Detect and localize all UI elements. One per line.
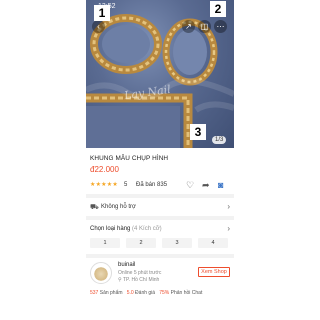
variant-row[interactable]: Chọn loại hàng (4 Kích cỡ) ›: [90, 224, 232, 235]
shop-avatar[interactable]: [90, 262, 112, 284]
variant-label-text: Chọn loại hàng: [90, 226, 131, 232]
product-photo[interactable]: 13:52 ‹ ↗ ◫ ⋯ Lay Nail 1/3 1 2 3: [86, 0, 234, 148]
overlay-badge-2: 2: [210, 1, 226, 17]
divider: [86, 216, 234, 220]
chat-icon[interactable]: ◙: [218, 180, 223, 190]
more-icon[interactable]: ⋯: [214, 20, 227, 33]
stat-value: 75%: [159, 290, 170, 296]
stat-label: Đánh giá: [135, 290, 156, 296]
chevron-right-icon: ›: [227, 202, 230, 211]
stat-label: Sản phẩm: [99, 290, 123, 296]
shop-stats: 537 Sản phẩm 5.0 Đánh giá 75% Phản hồi C…: [90, 290, 232, 296]
overlay-badge-3: 3: [190, 124, 206, 140]
variant-count: (4 Kích cỡ): [132, 226, 162, 232]
share-icon[interactable]: ➦: [202, 180, 210, 191]
star-rating-icon: ★★★★★: [90, 182, 118, 188]
stat-label: Phản hồi Chat: [170, 290, 203, 296]
shop-online-status: Online 5 phút trước: [118, 270, 162, 276]
product-screen: 13:52 ‹ ↗ ◫ ⋯ Lay Nail 1/3 1 2 3 KHUNG M…: [86, 0, 234, 320]
stat-value: 537: [90, 290, 99, 296]
sold-count: Đã bán 835: [136, 182, 168, 188]
divider: [86, 254, 234, 258]
share-icon[interactable]: ↗: [182, 20, 195, 33]
shipping-row[interactable]: ⛟ Không hỗ trợ ›: [90, 202, 232, 213]
shop-location-text: TP. Hồ Chí Minh: [122, 277, 160, 283]
size-options: 1 2 3 4: [90, 238, 230, 248]
shop-card: buinail Online 5 phút trước ⚲ TP. Hồ Chí…: [90, 262, 232, 298]
stat-value: 5.0: [126, 290, 134, 296]
view-shop-button[interactable]: Xem Shop: [198, 267, 230, 277]
overlay-badge-1: 1: [94, 5, 110, 21]
truck-icon: ⛟: [90, 204, 99, 211]
chevron-right-icon: ›: [227, 224, 230, 233]
rating-row: ★★★★★ 5 Đã bán 835 ♡ ➦ ◙: [90, 180, 232, 191]
size-option[interactable]: 1: [90, 238, 120, 248]
back-arrow-icon[interactable]: ‹: [92, 20, 105, 33]
divider: [86, 194, 234, 198]
variant-label: Chọn loại hàng (4 Kích cỡ): [90, 226, 162, 232]
size-option[interactable]: 3: [162, 238, 192, 248]
page-indicator: 1/3: [212, 136, 227, 144]
shop-location: ⚲ TP. Hồ Chí Minh: [118, 277, 160, 283]
rating-value: 5: [124, 182, 128, 188]
shop-name[interactable]: buinail: [118, 262, 135, 268]
size-option[interactable]: 4: [198, 238, 228, 248]
gold-frames-image: [86, 14, 234, 148]
shipping-label: Không hỗ trợ: [101, 204, 136, 210]
product-price: đ22.000: [90, 165, 119, 174]
heart-icon[interactable]: ♡: [186, 180, 194, 191]
cart-icon[interactable]: ◫: [198, 20, 211, 33]
product-title: KHUNG MÂU CHỤP HÌNH: [90, 155, 169, 162]
size-option[interactable]: 2: [126, 238, 156, 248]
